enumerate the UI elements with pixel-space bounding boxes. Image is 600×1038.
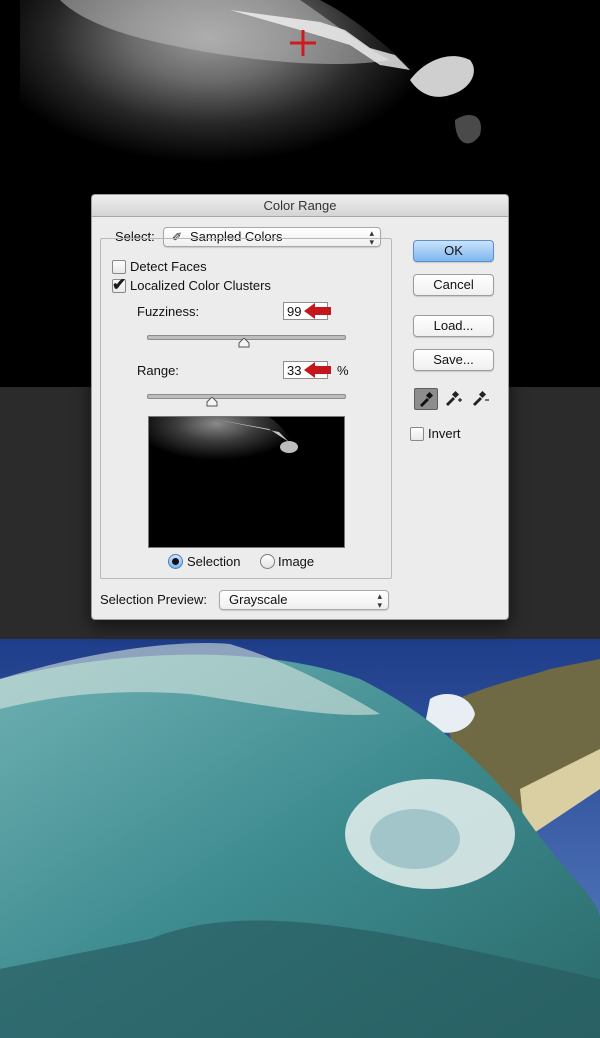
selection-radio[interactable] <box>168 554 183 569</box>
image-radio-label: Image <box>278 554 315 569</box>
range-value: 33 <box>287 363 302 378</box>
eyedropper-minus-icon[interactable] <box>469 388 491 408</box>
selection-radio-label: Selection <box>187 554 241 569</box>
invert-label: Invert <box>428 426 461 441</box>
ok-button[interactable]: OK <box>413 240 494 262</box>
image-radio[interactable] <box>260 554 275 569</box>
selection-preview-dropdown[interactable]: Grayscale ▴ ▾ <box>219 590 389 610</box>
localized-clusters-checkbox[interactable]: ✔ <box>112 275 126 294</box>
radio-dot <box>172 558 179 565</box>
detect-faces-checkbox[interactable] <box>112 260 126 274</box>
range-label: Range: <box>137 363 179 378</box>
eyedropper-plus-icon[interactable] <box>442 388 464 408</box>
annotation-arrow-range <box>304 362 331 378</box>
annotation-arrow-fuzziness <box>304 303 331 319</box>
fuzziness-slider-thumb[interactable] <box>238 338 250 348</box>
range-slider-thumb[interactable] <box>206 397 218 407</box>
chevron-updown-icon: ▴ ▾ <box>377 591 382 610</box>
save-button[interactable]: Save... <box>413 349 494 371</box>
selection-preview-label: Selection Preview: <box>100 592 207 607</box>
detect-faces-label: Detect Faces <box>130 259 207 274</box>
color-range-dialog: Color Range Select: ✐ Sampled Colors ▴ ▾ … <box>91 194 509 620</box>
selection-preview-thumbnail <box>148 416 345 548</box>
dialog-title: Color Range <box>92 195 508 217</box>
localized-clusters-label: Localized Color Clusters <box>130 278 271 293</box>
wave-photo <box>0 639 600 1038</box>
range-unit: % <box>337 363 349 378</box>
fuzziness-value: 99 <box>287 304 302 319</box>
fuzziness-label: Fuzziness: <box>137 304 200 319</box>
load-button[interactable]: Load... <box>413 315 494 337</box>
range-slider-track[interactable] <box>147 394 346 399</box>
eyedropper-icon[interactable] <box>414 388 438 410</box>
selection-preview-value: Grayscale <box>229 592 288 607</box>
checkmark-icon: ✔ <box>112 275 127 294</box>
invert-checkbox[interactable] <box>410 427 424 441</box>
cancel-button[interactable]: Cancel <box>413 274 494 296</box>
